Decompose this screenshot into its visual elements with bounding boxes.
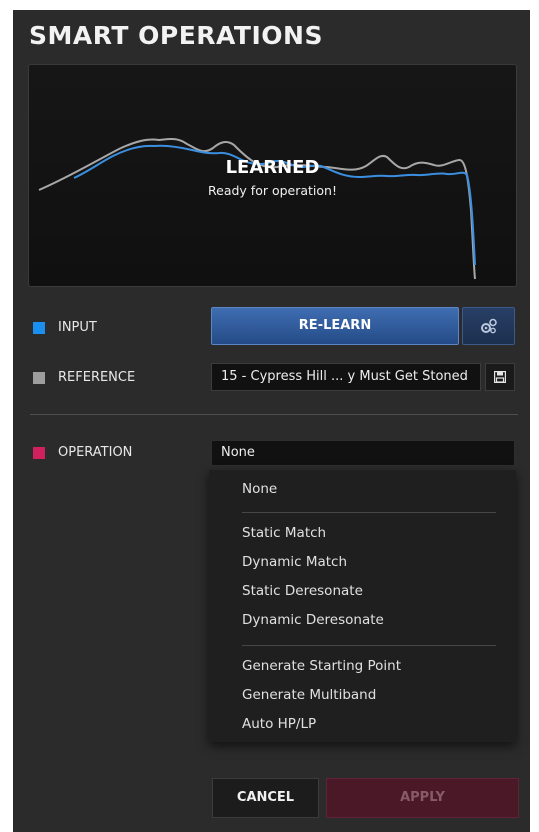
reference-color-swatch <box>33 372 45 384</box>
menu-separator <box>242 645 496 646</box>
save-icon <box>494 371 506 383</box>
operation-dropdown-menu: None Static Match Dynamic Match Static D… <box>209 470 516 742</box>
smart-operations-panel: SMART OPERATIONS LEARNED Ready for opera… <box>13 10 530 832</box>
input-color-swatch <box>33 322 45 334</box>
status-title: LEARNED <box>225 157 320 178</box>
learn-settings-button[interactable] <box>462 307 515 345</box>
menu-item-static-match[interactable]: Static Match <box>242 525 326 541</box>
cancel-button[interactable]: CANCEL <box>212 778 319 818</box>
reference-label: REFERENCE <box>58 370 136 385</box>
menu-separator <box>242 512 496 513</box>
operation-color-swatch <box>33 447 45 459</box>
spectrum-display: LEARNED Ready for operation! <box>28 64 517 287</box>
input-label: INPUT <box>58 320 97 335</box>
menu-item-generate-multiband[interactable]: Generate Multiband <box>242 687 376 703</box>
operation-select[interactable]: None <box>211 440 515 466</box>
status-subtitle: Ready for operation! <box>208 183 337 198</box>
reference-track-field[interactable]: 15 - Cypress Hill ... y Must Get Stoned <box>211 363 481 391</box>
panel-title: SMART OPERATIONS <box>29 21 323 50</box>
save-reference-button[interactable] <box>485 363 515 391</box>
gears-icon <box>481 318 497 334</box>
menu-item-auto-hp-lp[interactable]: Auto HP/LP <box>242 716 316 732</box>
apply-button[interactable]: APPLY <box>326 778 519 818</box>
relearn-button[interactable]: RE-LEARN <box>211 307 459 345</box>
menu-item-static-deresonate[interactable]: Static Deresonate <box>242 583 363 599</box>
menu-item-none[interactable]: None <box>242 481 277 497</box>
operation-label: OPERATION <box>58 445 133 460</box>
section-divider <box>30 414 518 415</box>
menu-item-dynamic-deresonate[interactable]: Dynamic Deresonate <box>242 612 384 628</box>
menu-item-dynamic-match[interactable]: Dynamic Match <box>242 554 347 570</box>
menu-item-generate-starting-point[interactable]: Generate Starting Point <box>242 658 401 674</box>
